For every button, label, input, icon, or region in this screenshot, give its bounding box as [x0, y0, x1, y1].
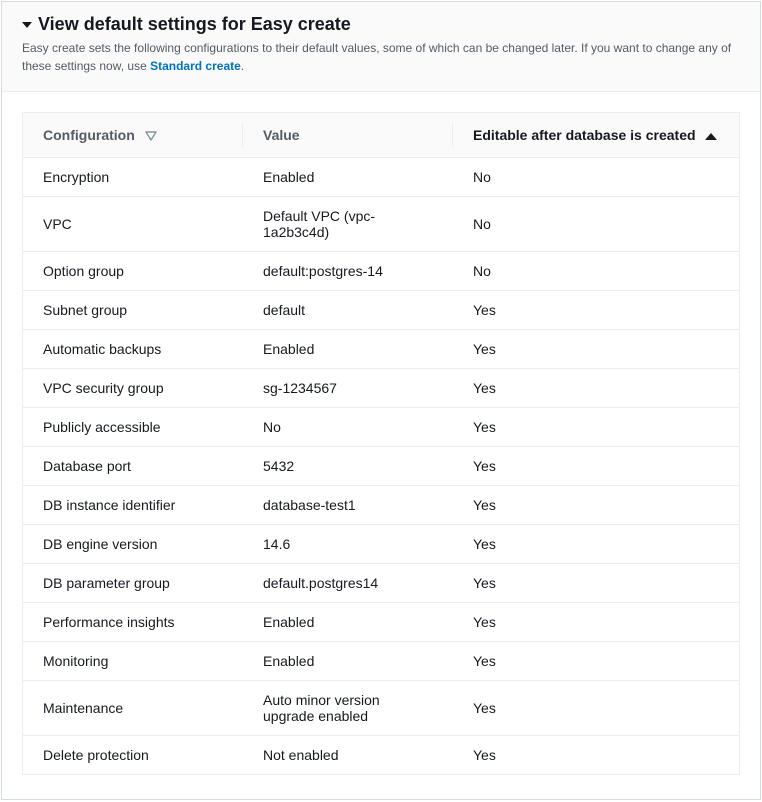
cell-value: 14.6: [243, 525, 453, 564]
cell-value: Enabled: [243, 642, 453, 681]
panel-header: View default settings for Easy create Ea…: [2, 2, 760, 92]
cell-config: DB instance identifier: [23, 486, 243, 525]
cell-config: Database port: [23, 447, 243, 486]
cell-editable: No: [453, 158, 739, 197]
cell-editable: No: [453, 197, 739, 252]
cell-config: Subnet group: [23, 291, 243, 330]
cell-editable: Yes: [453, 291, 739, 330]
table-row: Database port5432Yes: [23, 447, 739, 486]
cell-value: default.postgres14: [243, 564, 453, 603]
cell-config: VPC: [23, 197, 243, 252]
cell-editable: Yes: [453, 330, 739, 369]
column-header-label: Configuration: [43, 127, 135, 143]
panel-description-text: Easy create sets the following configura…: [22, 41, 731, 73]
table-row: EncryptionEnabledNo: [23, 158, 739, 197]
settings-table-container: Configuration Value: [22, 112, 740, 775]
table-row: Publicly accessibleNoYes: [23, 408, 739, 447]
settings-panel: View default settings for Easy create Ea…: [1, 1, 761, 800]
standard-create-link[interactable]: Standard create: [150, 59, 241, 73]
settings-table: Configuration Value: [23, 113, 739, 774]
cell-editable: Yes: [453, 603, 739, 642]
table-row: Subnet groupdefaultYes: [23, 291, 739, 330]
table-row: MonitoringEnabledYes: [23, 642, 739, 681]
sort-asc-icon: [705, 133, 717, 140]
table-row: Option groupdefault:postgres-14No: [23, 252, 739, 291]
cell-value: Not enabled: [243, 736, 453, 775]
cell-value: Default VPC (vpc-1a2b3c4d): [243, 197, 453, 252]
cell-value: No: [243, 408, 453, 447]
cell-config: Monitoring: [23, 642, 243, 681]
table-row: MaintenanceAuto minor version upgrade en…: [23, 681, 739, 736]
cell-value: Enabled: [243, 603, 453, 642]
table-header-row: Configuration Value: [23, 113, 739, 158]
table-body: EncryptionEnabledNoVPCDefault VPC (vpc-1…: [23, 158, 739, 775]
cell-editable: Yes: [453, 681, 739, 736]
cell-config: DB engine version: [23, 525, 243, 564]
cell-editable: Yes: [453, 369, 739, 408]
column-header-configuration[interactable]: Configuration: [23, 113, 243, 158]
table-row: VPC security groupsg-1234567Yes: [23, 369, 739, 408]
panel-description-suffix: .: [241, 59, 244, 73]
table-row: Delete protectionNot enabledYes: [23, 736, 739, 775]
cell-value: Enabled: [243, 158, 453, 197]
cell-value: sg-1234567: [243, 369, 453, 408]
column-header-value[interactable]: Value: [243, 113, 453, 158]
header-title-row[interactable]: View default settings for Easy create: [22, 14, 740, 35]
cell-value: Enabled: [243, 330, 453, 369]
table-row: DB instance identifierdatabase-test1Yes: [23, 486, 739, 525]
cell-value: database-test1: [243, 486, 453, 525]
cell-editable: Yes: [453, 408, 739, 447]
cell-editable: Yes: [453, 447, 739, 486]
table-wrapper: Configuration Value: [2, 92, 760, 795]
cell-editable: Yes: [453, 486, 739, 525]
cell-config: DB parameter group: [23, 564, 243, 603]
cell-config: VPC security group: [23, 369, 243, 408]
cell-editable: No: [453, 252, 739, 291]
panel-description: Easy create sets the following configura…: [22, 39, 740, 75]
table-row: DB parameter groupdefault.postgres14Yes: [23, 564, 739, 603]
panel-title: View default settings for Easy create: [38, 14, 351, 35]
table-row: Automatic backupsEnabledYes: [23, 330, 739, 369]
table-row: DB engine version14.6Yes: [23, 525, 739, 564]
cell-config: Encryption: [23, 158, 243, 197]
table-row: Performance insightsEnabledYes: [23, 603, 739, 642]
cell-config: Delete protection: [23, 736, 243, 775]
filter-icon: [145, 131, 157, 141]
cell-config: Option group: [23, 252, 243, 291]
cell-config: Publicly accessible: [23, 408, 243, 447]
column-header-label: Editable after database is created: [473, 127, 696, 143]
cell-editable: Yes: [453, 525, 739, 564]
cell-value: default: [243, 291, 453, 330]
column-header-label: Value: [263, 127, 300, 143]
cell-editable: Yes: [453, 736, 739, 775]
cell-config: Automatic backups: [23, 330, 243, 369]
table-row: VPCDefault VPC (vpc-1a2b3c4d)No: [23, 197, 739, 252]
cell-editable: Yes: [453, 642, 739, 681]
cell-config: Performance insights: [23, 603, 243, 642]
cell-value: 5432: [243, 447, 453, 486]
cell-value: default:postgres-14: [243, 252, 453, 291]
caret-down-icon: [22, 22, 32, 28]
cell-value: Auto minor version upgrade enabled: [243, 681, 453, 736]
column-header-editable[interactable]: Editable after database is created: [453, 113, 739, 158]
cell-editable: Yes: [453, 564, 739, 603]
cell-config: Maintenance: [23, 681, 243, 736]
